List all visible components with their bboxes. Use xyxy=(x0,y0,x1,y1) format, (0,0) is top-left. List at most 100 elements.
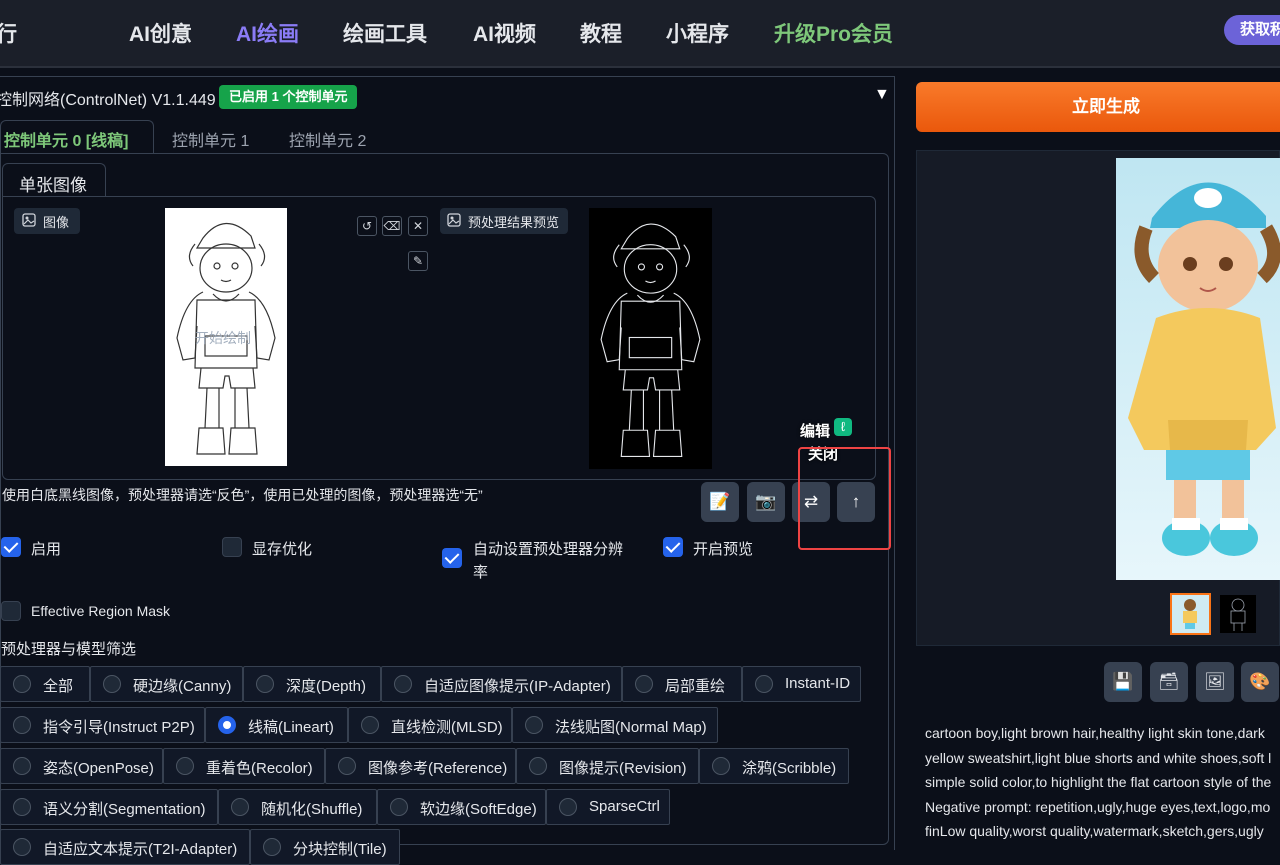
radio-dot xyxy=(231,798,249,816)
generated-image[interactable] xyxy=(1116,158,1280,580)
nav-item-partial[interactable]: 行 xyxy=(0,18,17,48)
radio-instant-id[interactable]: Instant-ID xyxy=(742,666,861,702)
save-icon[interactable]: 💾 xyxy=(1104,662,1142,702)
radio-ip-adapter[interactable]: 自适应图像提示(IP-Adapter) xyxy=(381,666,622,702)
enable-checkbox[interactable] xyxy=(1,537,21,557)
send-to-inpaint-icon[interactable]: 🎨 xyxy=(1241,662,1279,702)
radio-label: 局部重绘 xyxy=(665,678,726,695)
tab-unit-0[interactable]: 控制单元 0 [线稿] xyxy=(4,127,128,151)
radio-instruct-p2p[interactable]: 指令引导(Instruct P2P) xyxy=(0,707,205,743)
subtab-single-image[interactable]: 单张图像 xyxy=(19,171,87,196)
input-sketch-image[interactable]: 开始绘制 xyxy=(165,208,287,466)
generate-button[interactable]: 立即生成 xyxy=(916,82,1280,132)
radio-dot xyxy=(13,838,31,856)
thumbnail-output[interactable] xyxy=(1170,593,1211,635)
camera-icon[interactable]: 📷 xyxy=(747,482,785,522)
region-mask-checkbox[interactable] xyxy=(1,601,21,621)
radio-label: 姿态(OpenPose) xyxy=(43,760,154,777)
zip-icon[interactable]: 🗃 xyxy=(1150,662,1188,702)
vram-optimize-label: 显存优化 xyxy=(252,541,313,558)
prompt-line-2: yellow sweatshirt,light blue shorts and … xyxy=(925,750,1272,766)
nav-item-painting-tools[interactable]: 绘画工具 xyxy=(343,18,427,48)
radio-segmentation[interactable]: 语义分割(Segmentation) xyxy=(0,789,218,825)
radio-shuffle[interactable]: 随机化(Shuffle) xyxy=(218,789,377,825)
brush-icon[interactable]: ✎ xyxy=(408,251,428,271)
radio-reference[interactable]: 图像参考(Reference) xyxy=(325,748,516,784)
preprocess-hint: 使用白底黑线图像，预处理器请选“反色”，使用已处理的图像，预处理器选“无” xyxy=(2,487,483,503)
radio-dot xyxy=(13,798,31,816)
radio-sparsectrl[interactable]: SparseCtrl xyxy=(546,789,670,825)
close-icon[interactable]: ✕ xyxy=(408,216,428,236)
radio-dot xyxy=(529,757,547,775)
radio-dot xyxy=(755,675,773,693)
tab-unit-2[interactable]: 控制单元 2 xyxy=(289,127,366,151)
enable-label: 启用 xyxy=(31,541,62,558)
radio-recolor[interactable]: 重着色(Recolor) xyxy=(163,748,325,784)
image-label: 图像 xyxy=(43,215,70,230)
auto-resolution-label-2: 率 xyxy=(473,564,489,581)
radio-dot xyxy=(635,675,653,693)
nav-item-ai-painting[interactable]: AI绘画 xyxy=(236,18,299,48)
nav-item-ai-video[interactable]: AI视频 xyxy=(473,18,536,48)
radio-label: 图像参考(Reference) xyxy=(368,760,508,777)
radio-tile[interactable]: 分块控制(Tile) xyxy=(250,829,400,865)
edit-link[interactable]: 编辑 xyxy=(800,420,830,441)
collapse-icon[interactable]: ▼ xyxy=(874,86,890,104)
radio-label: 线稿(Lineart) xyxy=(248,719,334,736)
filter-title: 预处理器与模型筛选 xyxy=(1,641,137,658)
prompt-line-1: cartoon boy,light brown hair,healthy lig… xyxy=(925,725,1265,741)
radio-softedge[interactable]: 软边缘(SoftEdge) xyxy=(377,789,546,825)
edit-app-icon[interactable]: ℓ xyxy=(834,418,852,436)
radio-mlsd[interactable]: 直线检测(MLSD) xyxy=(348,707,512,743)
radio-scribble[interactable]: 涂鸦(Scribble) xyxy=(699,748,849,784)
radio-label: 直线检测(MLSD) xyxy=(391,719,503,736)
radio-t2i-adapter[interactable]: 自适应文本提示(T2I-Adapter) xyxy=(0,829,250,865)
radio-revision[interactable]: 图像提示(Revision) xyxy=(516,748,699,784)
prompt-line-3: simple solid color,to highlight the flat… xyxy=(925,774,1272,790)
nav-item-mini-program[interactable]: 小程序 xyxy=(666,18,729,48)
radio-label: SparseCtrl xyxy=(589,798,660,815)
radio-dot xyxy=(263,838,281,856)
eraser-icon[interactable]: ⌫ xyxy=(382,216,402,236)
radio-dot xyxy=(361,716,379,734)
radio-canny[interactable]: 硬边缘(Canny) xyxy=(90,666,243,702)
radio-dot xyxy=(103,675,121,693)
radio-label: 涂鸦(Scribble) xyxy=(742,760,837,777)
get-credits-button[interactable]: 获取积 xyxy=(1224,15,1280,45)
undo-icon[interactable]: ↺ xyxy=(357,216,377,236)
vram-optimize-checkbox[interactable] xyxy=(222,537,242,557)
send-to-img2img-icon[interactable]: 🖼 xyxy=(1196,662,1234,702)
radio-dot xyxy=(712,757,730,775)
radio-inpaint[interactable]: 局部重绘 xyxy=(622,666,742,702)
watermark-text: 开始绘制 xyxy=(195,330,251,346)
radio-dot xyxy=(256,675,274,693)
edit-note-icon[interactable]: 📝 xyxy=(701,482,739,522)
radio-label: 图像提示(Revision) xyxy=(559,760,687,777)
radio-lineart[interactable]: 线稿(Lineart) xyxy=(205,707,348,743)
radio-normal-map[interactable]: 法线贴图(Normal Map) xyxy=(512,707,718,743)
radio-dot xyxy=(525,716,543,734)
highlight-box xyxy=(798,447,891,550)
preprocessed-preview-image xyxy=(589,208,712,469)
nav-item-upgrade-pro[interactable]: 升级Pro会员 xyxy=(774,18,893,48)
enable-preview-checkbox[interactable] xyxy=(663,537,683,557)
radio-label: 语义分割(Segmentation) xyxy=(43,801,206,818)
image-icon xyxy=(447,213,461,227)
tab-unit-1[interactable]: 控制单元 1 xyxy=(172,127,249,151)
nav-item-ai-creative[interactable]: AI创意 xyxy=(129,18,192,48)
radio-depth[interactable]: 深度(Depth) xyxy=(243,666,381,702)
radio-dot xyxy=(13,757,31,775)
auto-resolution-label: 自动设置预处理器分辨 xyxy=(473,541,624,558)
radio-all[interactable]: 全部 xyxy=(0,666,90,702)
image-area xyxy=(2,196,876,480)
nav-item-tutorial[interactable]: 教程 xyxy=(580,18,622,48)
radio-label: 全部 xyxy=(43,678,74,695)
radio-dot xyxy=(394,675,412,693)
thumb-lineart xyxy=(1230,598,1246,631)
radio-dot-selected xyxy=(218,716,236,734)
image-icon xyxy=(22,213,36,227)
thumbnail-lineart[interactable] xyxy=(1220,595,1256,633)
auto-resolution-checkbox[interactable] xyxy=(442,548,462,568)
radio-label: 硬边缘(Canny) xyxy=(133,678,232,695)
radio-openpose[interactable]: 姿态(OpenPose) xyxy=(0,748,163,784)
